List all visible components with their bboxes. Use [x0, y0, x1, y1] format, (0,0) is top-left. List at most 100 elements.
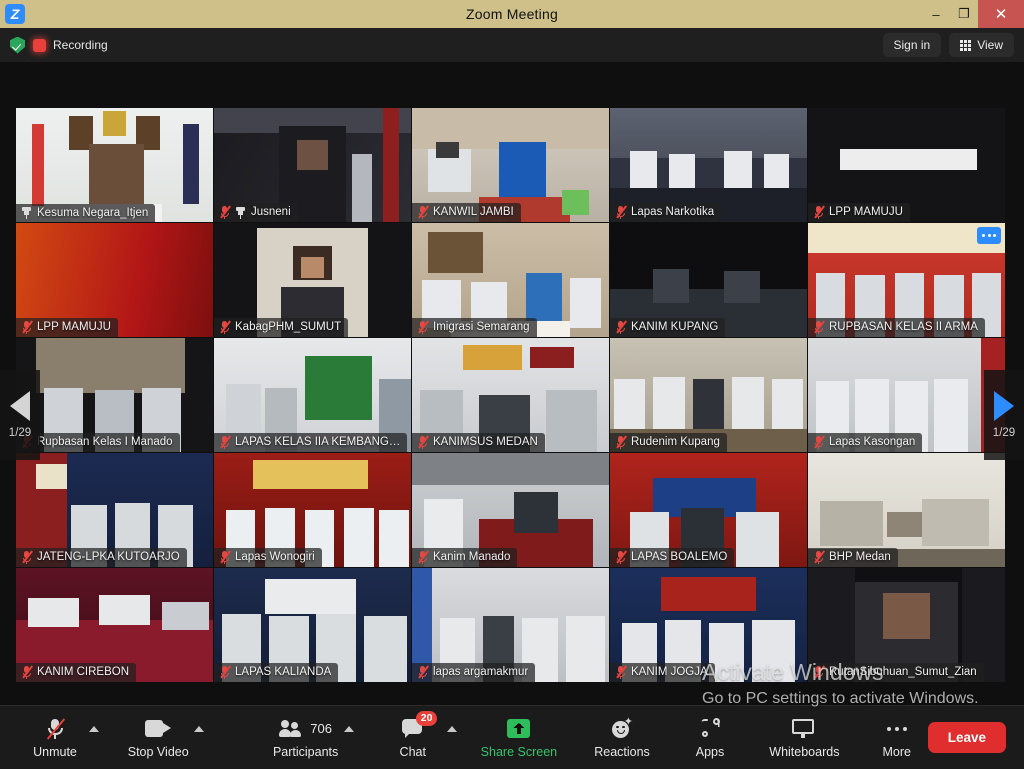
- participant-tile[interactable]: Rudenim Kupang: [610, 338, 807, 452]
- participant-tile[interactable]: KANIM CIREBON: [16, 568, 213, 682]
- participant-name: LAPAS BOALEMO: [631, 551, 728, 563]
- chat-button[interactable]: 20 Chat: [382, 706, 444, 769]
- microphone-muted-icon: [615, 550, 627, 564]
- ellipsis-icon: [886, 726, 907, 731]
- participant-tile[interactable]: LPP MAMUJU: [808, 108, 1005, 222]
- view-button[interactable]: View: [949, 33, 1014, 57]
- video-options-caret-icon[interactable]: [194, 726, 205, 732]
- grid-icon: [960, 39, 972, 51]
- share-screen-label: Share Screen: [480, 744, 558, 759]
- microphone-muted-icon: [21, 665, 33, 679]
- participant-name-bar: Lapas Kasongan: [808, 433, 923, 452]
- participant-name-bar: KabagPHM_SUMUT: [214, 318, 349, 337]
- microphone-muted-icon: [21, 550, 33, 564]
- participant-tile[interactable]: Lapas Narkotika: [610, 108, 807, 222]
- participant-name-bar: JATENG-LPKA KUTOARJO: [16, 548, 187, 567]
- participant-tile[interactable]: LAPAS BOALEMO: [610, 453, 807, 567]
- sign-in-label: Sign in: [893, 38, 931, 52]
- whiteboards-button[interactable]: Whiteboards: [767, 706, 842, 769]
- sign-in-button[interactable]: Sign in: [882, 33, 942, 57]
- participant-tile[interactable]: KabagPHM_SUMUT: [214, 223, 411, 337]
- reactions-button[interactable]: ✦ Reactions: [591, 706, 653, 769]
- video-shape: [653, 268, 689, 303]
- microphone-muted-icon: [219, 665, 231, 679]
- participant-name-bar: BHP Medan: [808, 548, 898, 567]
- people-icon: [279, 720, 305, 737]
- video-shape: [35, 338, 186, 393]
- participant-tile[interactable]: RUPBASAN KELAS II ARMA: [808, 223, 1005, 337]
- share-screen-button[interactable]: Share Screen: [479, 706, 559, 769]
- pin-icon: [235, 206, 246, 219]
- unmute-button[interactable]: Unmute: [24, 706, 86, 769]
- video-shape: [265, 579, 356, 614]
- pin-icon: [21, 206, 32, 219]
- participant-name: Lapas Wonogiri: [235, 551, 315, 563]
- participant-name: LAPAS KALIANDA: [235, 666, 332, 678]
- video-shape: [412, 453, 609, 485]
- more-button[interactable]: More: [866, 706, 928, 769]
- window-title: Zoom Meeting: [466, 6, 558, 22]
- whiteboards-label: Whiteboards: [769, 744, 840, 759]
- microphone-muted-icon: [219, 550, 231, 564]
- microphone-muted-icon: [219, 205, 231, 219]
- video-shape: [808, 223, 1005, 253]
- participant-tile[interactable]: LPP MAMUJU: [16, 223, 213, 337]
- participant-tile[interactable]: KANIMSUS MEDAN: [412, 338, 609, 452]
- participant-tile[interactable]: Rupbasan Kelas I Manado: [16, 338, 213, 452]
- participant-name-bar: LPP MAMUJU: [808, 203, 910, 222]
- audio-options-caret-icon[interactable]: [89, 726, 99, 732]
- participant-tile[interactable]: LAPAS KALIANDA: [214, 568, 411, 682]
- participant-tile[interactable]: Kesuma Negara_Itjen: [16, 108, 213, 222]
- apps-icon: [700, 718, 721, 739]
- participant-tile[interactable]: KANIM JOGJA: [610, 568, 807, 682]
- chevron-right-icon: [994, 391, 1014, 421]
- stop-video-button[interactable]: Stop Video: [125, 706, 191, 769]
- participant-tile[interactable]: KANIM KUPANG: [610, 223, 807, 337]
- video-shape: [304, 356, 372, 421]
- participant-name: LAPAS KELAS IIA KEMBANG…: [235, 436, 401, 448]
- apps-button[interactable]: Apps: [679, 706, 741, 769]
- participant-tile[interactable]: Lapas Wonogiri: [214, 453, 411, 567]
- participant-tile[interactable]: LAPAS KELAS IIA KEMBANG…: [214, 338, 411, 452]
- participant-name-bar: Kesuma Negara_Itjen: [16, 204, 156, 222]
- participant-name-bar: KANIM CIREBON: [16, 663, 137, 682]
- microphone-muted-icon: [21, 320, 33, 334]
- participant-name-bar: Jusneni: [214, 203, 298, 222]
- next-page-button[interactable]: 1/29: [984, 370, 1024, 460]
- video-shape: [839, 149, 978, 170]
- recording-indicator-icon[interactable]: [33, 38, 46, 52]
- participant-name: BHP Medan: [829, 551, 891, 563]
- meeting-controls-toolbar: Unmute Stop Video 706 Participants 20 Ch…: [0, 705, 1024, 768]
- participant-tile[interactable]: JATENG-LPKA KUTOARJO: [16, 453, 213, 567]
- unmute-label: Unmute: [33, 744, 77, 759]
- participants-button[interactable]: 706 Participants: [270, 706, 340, 769]
- participants-options-caret-icon[interactable]: [343, 726, 354, 732]
- video-shape: [561, 190, 590, 216]
- microphone-muted-icon: [417, 550, 429, 564]
- microphone-muted-icon: [417, 665, 429, 679]
- chat-options-caret-icon[interactable]: [446, 726, 457, 732]
- participant-name: Jusneni: [251, 206, 291, 218]
- previous-page-button[interactable]: 1/29: [0, 370, 40, 460]
- tile-more-options-button[interactable]: [977, 227, 1001, 244]
- chat-label: Chat: [399, 744, 426, 759]
- participant-tile[interactable]: RutanSibuhuan_Sumut_Zian: [808, 568, 1005, 682]
- participant-tile[interactable]: Imigrasi Semarang: [412, 223, 609, 337]
- encryption-shield-icon[interactable]: [10, 36, 25, 54]
- video-shape: [922, 498, 990, 547]
- video-shape: [653, 376, 685, 434]
- chat-unread-badge: 20: [415, 710, 438, 726]
- video-shape: [98, 595, 150, 625]
- participant-tile[interactable]: lapas argamakmur: [412, 568, 609, 682]
- participant-tile[interactable]: Jusneni: [214, 108, 411, 222]
- participant-tile[interactable]: Lapas Kasongan: [808, 338, 1005, 452]
- participant-tile[interactable]: Kanim Manado: [412, 453, 609, 567]
- participant-tile[interactable]: BHP Medan: [808, 453, 1005, 567]
- participant-name: lapas argamakmur: [433, 666, 529, 678]
- leave-button[interactable]: Leave: [927, 721, 1006, 753]
- microphone-muted-icon: [615, 665, 627, 679]
- participant-tile[interactable]: KANWIL JAMBI: [412, 108, 609, 222]
- microphone-muted-icon: [813, 665, 825, 679]
- window-title-bar: Z Zoom Meeting – ❐ ✕: [0, 0, 1024, 28]
- participant-name: KANIM CIREBON: [37, 666, 130, 678]
